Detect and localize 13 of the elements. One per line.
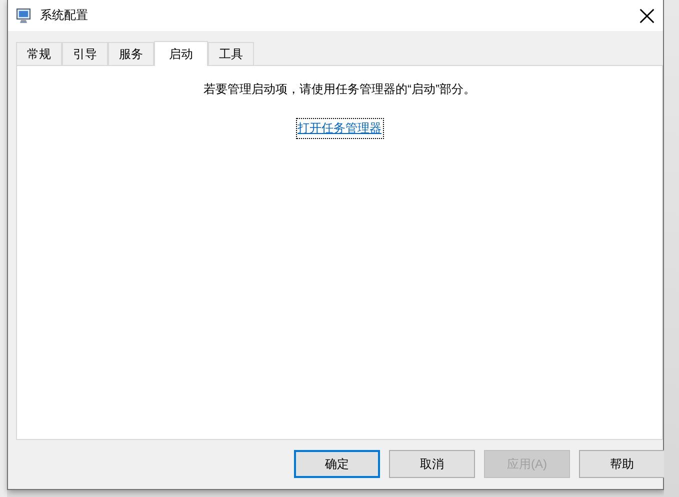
tab[interactable]: 常规 [16,42,62,65]
info-text: 若要管理启动项，请使用任务管理器的“启动”部分。 [204,81,476,98]
close-icon[interactable] [639,8,655,24]
dialog-button[interactable]: 帮助 [579,450,665,478]
window-title: 系统配置 [40,7,89,24]
tab[interactable]: 工具 [208,42,254,65]
tab[interactable]: 引导 [62,42,108,65]
dialog-button[interactable]: 取消 [389,450,475,478]
monitor-icon [16,8,32,24]
dialog-button[interactable]: 确定 [294,450,380,478]
tab[interactable]: 启动 [154,41,208,66]
tab[interactable]: 服务 [108,42,154,65]
task-manager-link[interactable]: 打开任务管理器 [298,120,382,137]
